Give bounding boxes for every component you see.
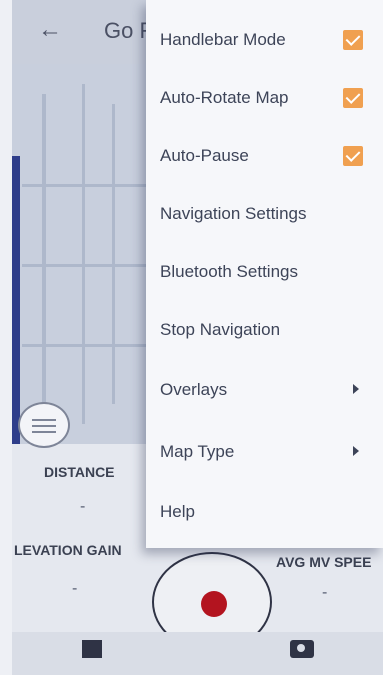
- camera-icon[interactable]: [290, 640, 314, 658]
- menu-line-icon: [32, 431, 56, 433]
- menu-item-navigation-settings[interactable]: Navigation Settings: [146, 186, 383, 242]
- menu-item-auto-rotate-map[interactable]: Auto-Rotate Map: [146, 70, 383, 126]
- menu-item-map-type[interactable]: Map Type: [146, 424, 383, 480]
- distance-label: DISTANCE: [44, 464, 115, 480]
- menu-item-label: Navigation Settings: [160, 204, 307, 223]
- checkbox-checked-icon[interactable]: [343, 88, 363, 108]
- avg-speed-label: AVG MV SPEE: [276, 554, 372, 570]
- checkbox-checked-icon[interactable]: [343, 146, 363, 166]
- menu-item-bluetooth-settings[interactable]: Bluetooth Settings: [146, 244, 383, 300]
- record-icon: [201, 591, 227, 617]
- gallery-icon[interactable]: [82, 640, 102, 658]
- menu-item-label: Map Type: [160, 442, 235, 461]
- map-street: [42, 94, 46, 424]
- menu-item-label: Stop Navigation: [160, 320, 281, 339]
- checkbox-checked-icon[interactable]: [343, 30, 363, 50]
- menu-item-label: Bluetooth Settings: [160, 262, 298, 281]
- map-street: [82, 84, 85, 424]
- menu-line-icon: [32, 425, 56, 427]
- elevation-gain-label: LEVATION GAIN: [14, 542, 122, 558]
- menu-item-stop-navigation[interactable]: Stop Navigation: [146, 302, 383, 358]
- map-street: [22, 344, 157, 347]
- map-street: [22, 264, 157, 267]
- chevron-right-icon: [353, 446, 359, 456]
- chevron-right-icon: [353, 384, 359, 394]
- menu-item-overlays[interactable]: Overlays: [146, 362, 383, 418]
- route-edge: [12, 156, 20, 446]
- menu-item-handlebar-mode[interactable]: Handlebar Mode: [146, 12, 383, 68]
- menu-item-help[interactable]: Help: [146, 484, 383, 540]
- map-street: [112, 104, 115, 404]
- menu-item-label: Auto-Pause: [160, 146, 249, 165]
- overflow-menu: Handlebar Mode Auto-Rotate Map Auto-Paus…: [146, 0, 383, 548]
- distance-value: -: [80, 498, 86, 515]
- bottom-bar: [12, 632, 383, 675]
- menu-line-icon: [32, 419, 56, 421]
- menu-item-label: Help: [160, 502, 195, 521]
- menu-item-label: Handlebar Mode: [160, 30, 286, 49]
- menu-item-auto-pause[interactable]: Auto-Pause: [146, 128, 383, 184]
- menu-item-label: Auto-Rotate Map: [160, 88, 289, 107]
- map-street: [22, 184, 157, 187]
- back-arrow-icon[interactable]: ←: [36, 16, 64, 44]
- elevation-gain-value: -: [72, 580, 78, 597]
- layers-button[interactable]: [18, 402, 70, 448]
- menu-item-label: Overlays: [160, 380, 228, 399]
- avg-speed-value: -: [322, 584, 328, 601]
